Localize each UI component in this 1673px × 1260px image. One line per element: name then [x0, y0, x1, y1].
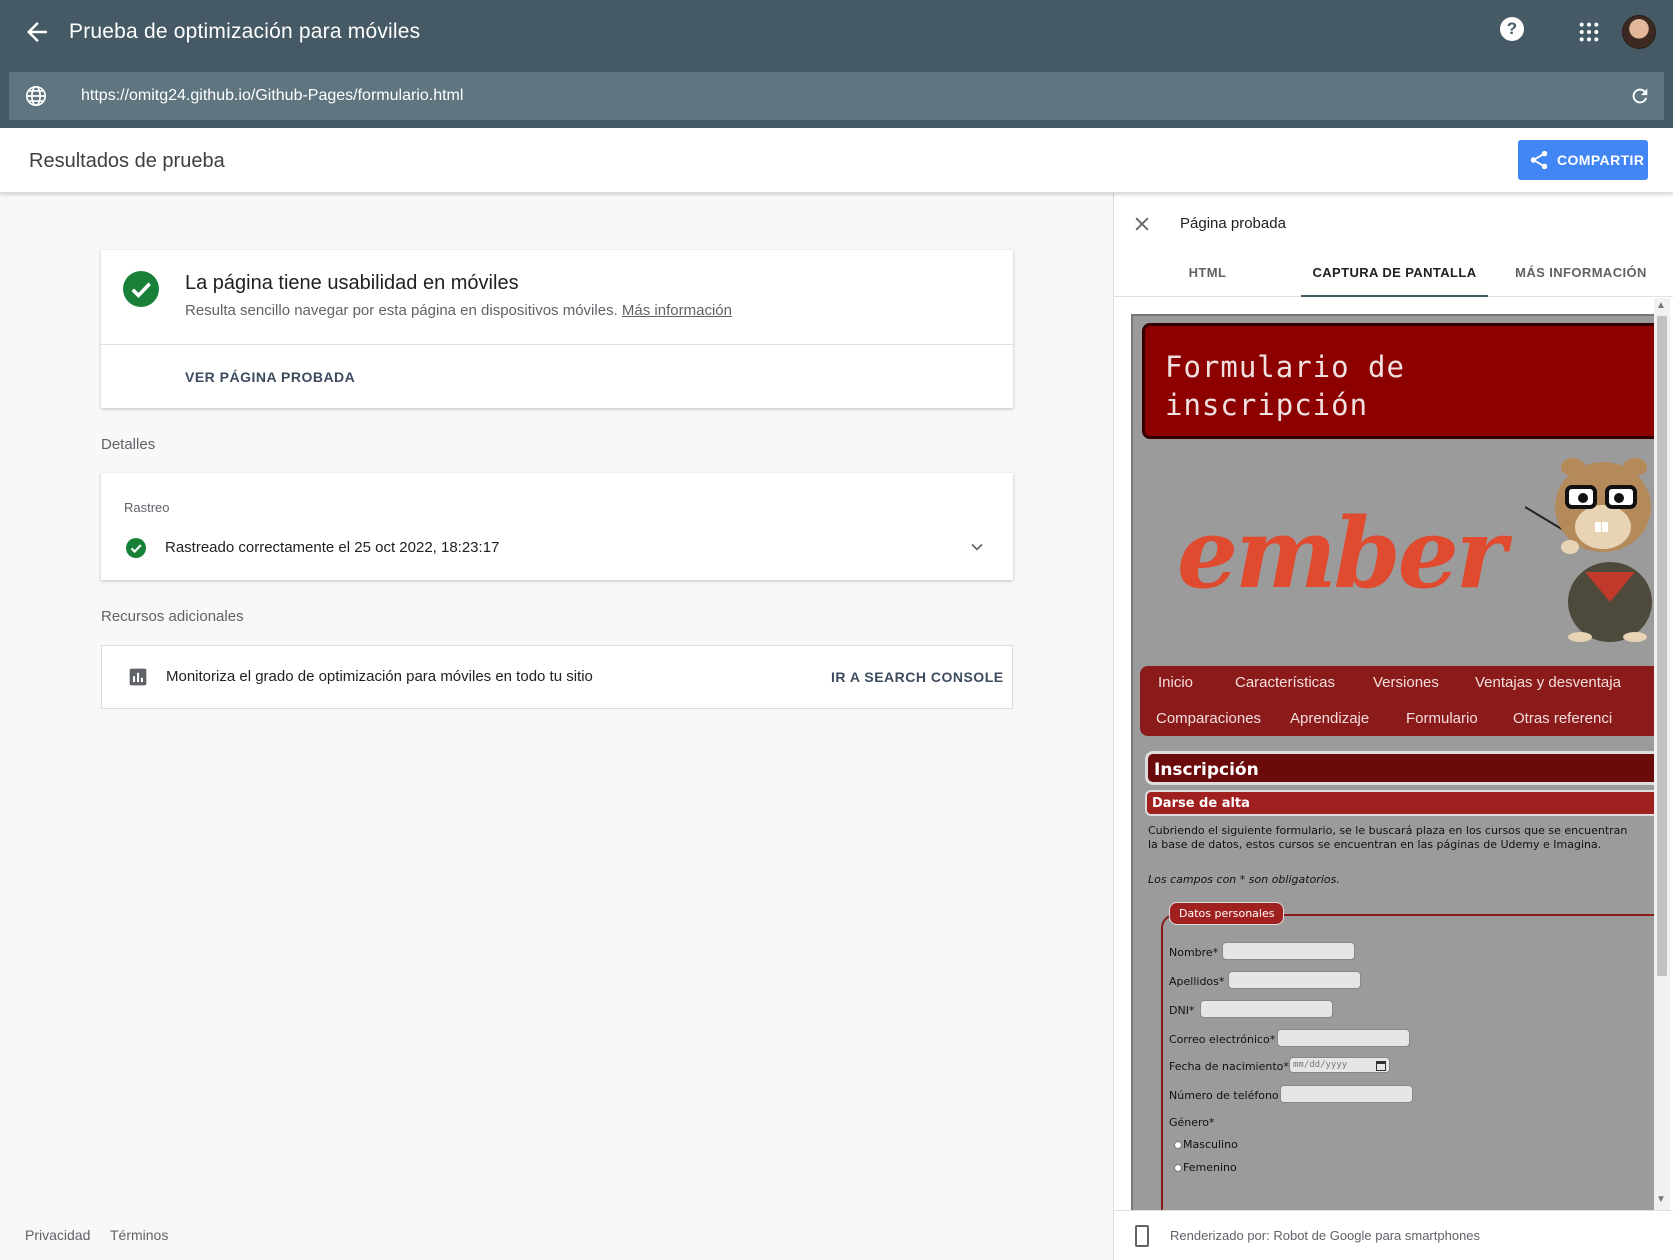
app-title: Prueba de optimización para móviles — [69, 20, 421, 43]
input-fecha: mm/dd/yyyy — [1289, 1057, 1390, 1073]
intro-line-1: Cubriendo el siguiente formulario, se le… — [1148, 824, 1628, 837]
tab-screenshot[interactable]: CAPTURA DE PANTALLA — [1301, 249, 1488, 297]
nav-item-comparaciones: Comparaciones — [1156, 710, 1262, 727]
page-screenshot: Formulario de inscripción ember Inicio C… — [1131, 314, 1656, 1210]
ember-banner: ember — [1133, 444, 1654, 654]
main-content: La página tiene usabilidad en móviles Re… — [0, 193, 1113, 1260]
required-note: Los campos con * son obligatorios. — [1148, 873, 1340, 886]
app-header: Prueba de optimización para móviles ? ht… — [0, 0, 1673, 128]
success-check-icon — [123, 271, 159, 307]
nav-item-otras: Otras referenci — [1513, 710, 1613, 727]
close-icon[interactable] — [1132, 214, 1152, 234]
card-divider — [101, 344, 1013, 345]
panel-title: Página probada — [1180, 215, 1286, 232]
date-placeholder: mm/dd/yyyy — [1293, 1060, 1348, 1070]
tab-more-info[interactable]: MÁS INFORMACIÓN — [1488, 249, 1673, 297]
results-title: Resultados de prueba — [29, 150, 225, 172]
globe-icon — [26, 86, 46, 106]
smartphone-icon — [1135, 1225, 1149, 1247]
search-console-link[interactable]: IR A SEARCH CONSOLE — [831, 669, 1004, 685]
input-nombre — [1222, 942, 1355, 960]
crawl-label: Rastreo — [124, 500, 170, 515]
hamster-mascot-icon — [1525, 458, 1652, 642]
tab-html[interactable]: HTML — [1114, 249, 1301, 297]
nav-item-aprendizaje: Aprendizaje — [1290, 710, 1370, 727]
share-label: COMPARTIR — [1557, 152, 1645, 168]
rendered-by-footer: Renderizado por: Robot de Google para sm… — [1114, 1210, 1673, 1260]
view-tested-page-button[interactable]: VER PÁGINA PROBADA — [185, 369, 355, 385]
screenshot-viewport[interactable]: Formulario de inscripción ember Inicio C… — [1114, 298, 1673, 1210]
input-telefono — [1280, 1085, 1413, 1103]
site-title: Formulario de inscripción — [1165, 350, 1405, 422]
label-femenino: Femenino — [1183, 1161, 1237, 1174]
help-icon[interactable]: ? — [1500, 17, 1524, 41]
nav-item-ventajas: Ventajas y desventaja — [1475, 674, 1621, 691]
label-correo: Correo electrónico* — [1169, 1033, 1276, 1046]
rendered-by-text: Renderizado por: Robot de Google para sm… — [1170, 1228, 1481, 1243]
radio-masculino — [1174, 1141, 1182, 1149]
back-arrow-icon[interactable] — [22, 17, 52, 47]
tested-page-panel: Página probada HTML CAPTURA DE PANTALLA … — [1113, 193, 1673, 1260]
label-genero: Género* — [1169, 1116, 1215, 1129]
nav-item-inicio: Inicio — [1158, 674, 1194, 691]
scroll-up-icon[interactable]: ▲ — [1656, 300, 1666, 311]
nav-item-formulario: Formulario — [1406, 710, 1478, 727]
inscription-title: Inscripción — [1154, 760, 1259, 780]
usability-subtext: Resulta sencillo navegar por esta página… — [185, 302, 732, 319]
input-correo — [1277, 1029, 1410, 1047]
apps-grid-icon[interactable] — [1578, 21, 1600, 43]
label-apellidos: Apellidos* — [1169, 975, 1225, 988]
intro-line-2: la base de datos, estos cursos se encuen… — [1148, 838, 1602, 851]
resources-label: Recursos adicionales — [101, 608, 244, 625]
label-fecha: Fecha de nacimiento* — [1169, 1060, 1289, 1073]
label-masculino: Masculino — [1183, 1138, 1238, 1151]
share-icon — [1530, 150, 1548, 170]
signup-title: Darse de alta — [1152, 796, 1250, 811]
signup-header: Darse de alta — [1145, 790, 1654, 816]
usability-description: Resulta sencillo navegar por esta página… — [185, 302, 618, 319]
usability-card: La página tiene usabilidad en móviles Re… — [101, 250, 1013, 408]
label-telefono: Número de teléfono — [1169, 1089, 1279, 1102]
terms-link[interactable]: Términos — [110, 1227, 168, 1243]
inscription-header: Inscripción — [1145, 751, 1654, 785]
panel-tabs: HTML CAPTURA DE PANTALLA MÁS INFORMACIÓN — [1114, 249, 1673, 297]
fieldset-legend: Datos personales — [1169, 902, 1285, 925]
nav-item-versiones: Versiones — [1373, 674, 1439, 691]
crawl-status: Rastreado correctamente el 25 oct 2022, … — [165, 539, 500, 556]
reload-icon[interactable] — [1629, 85, 1651, 107]
site-nav: Inicio Características Versiones Ventaja… — [1140, 666, 1654, 736]
url-bar[interactable]: https://omitg24.github.io/Github-Pages/f… — [9, 72, 1664, 120]
label-nombre: Nombre* — [1169, 946, 1219, 959]
scroll-down-icon[interactable]: ▼ — [1656, 1194, 1666, 1205]
scrollbar-thumb[interactable] — [1657, 316, 1667, 976]
usability-heading: La página tiene usabilidad en móviles — [185, 272, 519, 294]
crawl-success-icon — [126, 538, 146, 558]
results-bar: Resultados de prueba COMPARTIR — [0, 128, 1673, 193]
search-console-card: Monitoriza el grado de optimización para… — [101, 645, 1013, 709]
calendar-icon — [1376, 1061, 1386, 1071]
label-dni: DNI* — [1169, 1004, 1195, 1017]
share-button[interactable]: COMPARTIR — [1518, 140, 1648, 180]
input-dni — [1200, 1000, 1333, 1018]
crawl-card[interactable]: Rastreo Rastreado correctamente el 25 oc… — [101, 473, 1013, 580]
chevron-down-icon[interactable] — [967, 537, 987, 557]
ember-logo: ember — [1177, 497, 1506, 610]
nav-item-caracteristicas: Características — [1235, 674, 1336, 691]
bar-chart-icon — [129, 668, 147, 686]
site-header: Formulario de inscripción — [1142, 323, 1654, 439]
details-label: Detalles — [101, 436, 156, 453]
intro-text: Cubriendo el siguiente formulario, se le… — [1148, 824, 1654, 852]
tested-url[interactable]: https://omitg24.github.io/Github-Pages/f… — [81, 87, 463, 105]
input-apellidos — [1228, 971, 1361, 989]
user-avatar[interactable] — [1622, 15, 1656, 49]
more-info-link[interactable]: Más información — [622, 302, 732, 319]
privacy-link[interactable]: Privacidad — [25, 1227, 90, 1243]
monitor-text: Monitoriza el grado de optimización para… — [166, 668, 593, 685]
radio-femenino — [1174, 1164, 1182, 1172]
